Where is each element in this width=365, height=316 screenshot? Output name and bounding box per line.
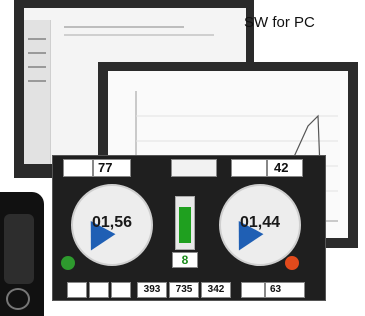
bottom-value-1: 393 (137, 282, 167, 298)
bottom-value-2: 735 (169, 282, 199, 298)
top-left-value: 77 (98, 160, 113, 175)
left-status-indicator (61, 256, 75, 270)
left-gauge-value: 01,56 (91, 214, 133, 231)
center-level-fill (179, 207, 191, 243)
bottom-icon-box (241, 282, 265, 298)
right-gauge-value: 01,44 (239, 214, 281, 231)
bottom-value-3: 342 (201, 282, 231, 298)
bottom-empty-box (111, 282, 131, 298)
software-sidebar (24, 20, 51, 164)
software-sidebar-item (28, 80, 46, 82)
center-level-bar (175, 196, 195, 250)
software-sidebar-item (28, 66, 46, 68)
handheld-device (0, 192, 44, 316)
top-left-value-box: 77 (93, 159, 131, 177)
bottom-empty-box (89, 282, 109, 298)
device-screen-area (4, 214, 34, 284)
software-row (64, 34, 214, 36)
left-gauge: 01,56 (71, 184, 153, 266)
software-header-row (64, 26, 184, 28)
center-value: 8 (172, 252, 198, 268)
top-right-icon-box (231, 159, 267, 177)
center-status-box (171, 159, 217, 177)
sw-for-pc-label: SW for PC (244, 14, 315, 31)
right-status-indicator (285, 256, 299, 270)
top-right-value: 42 (274, 160, 289, 175)
right-gauge: 01,44 (219, 184, 301, 266)
top-left-icon-box (63, 159, 93, 177)
software-sidebar-item (28, 52, 46, 54)
device-button (6, 288, 30, 310)
bottom-percent-box: 63 (265, 282, 305, 298)
bottom-percent-value: 63 (270, 284, 282, 295)
gauge-display-screenshot: 77 42 01,56 01,44 8 393 735 342 63 (52, 155, 326, 301)
top-right-value-box: 42 (267, 159, 303, 177)
bottom-empty-box (67, 282, 87, 298)
software-sidebar-item (28, 38, 46, 40)
